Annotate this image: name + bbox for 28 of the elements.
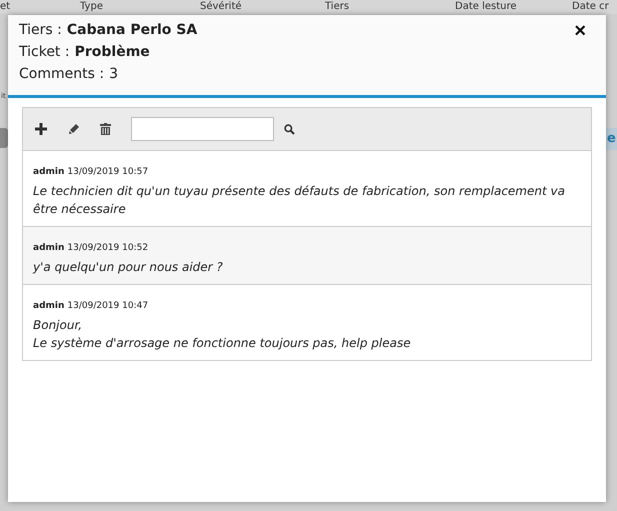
comment-date: 13/09/2019 10:47 xyxy=(67,300,148,313)
field-label: Tiers : xyxy=(19,21,62,40)
search-icon[interactable] xyxy=(284,124,295,134)
field-value: Problème xyxy=(74,43,150,62)
comment-text: Le système d'arrosage ne fonctionne toujours pas, help please xyxy=(33,335,412,352)
comment-date: 13/09/2019 10:52 xyxy=(67,242,148,255)
column-header: Type xyxy=(80,0,103,13)
add-icon[interactable] xyxy=(34,122,48,136)
column-header: Date lesture xyxy=(455,0,517,13)
comment-author: admin xyxy=(33,242,64,255)
search-field[interactable] xyxy=(131,117,274,141)
pencil-icon[interactable] xyxy=(68,123,80,135)
trash-icon[interactable] xyxy=(100,123,111,135)
comment-date: 13/09/2019 10:57 xyxy=(67,166,148,179)
column-header: et xyxy=(0,0,10,13)
comment-author: admin xyxy=(33,300,64,313)
column-header: Sévérité xyxy=(200,0,242,13)
comment-text: y'a quelqu'un pour nous aider ? xyxy=(33,259,224,276)
field-label: Comments : xyxy=(19,65,104,84)
field-value: Cabana Perlo SA xyxy=(66,21,198,40)
comment-text: Bonjour, xyxy=(33,317,84,334)
field-label: Ticket : xyxy=(19,43,70,62)
comment-author: admin xyxy=(33,166,64,179)
column-header: Tiers xyxy=(325,0,350,13)
close-button[interactable]: × xyxy=(574,19,586,43)
comment-text: Le technicien dit qu'un tuyau présente des défauts de fabrication, son remplacement va être nécessaire xyxy=(33,183,566,218)
field-value: 3 xyxy=(109,65,118,84)
column-header: Date cr xyxy=(572,0,609,13)
